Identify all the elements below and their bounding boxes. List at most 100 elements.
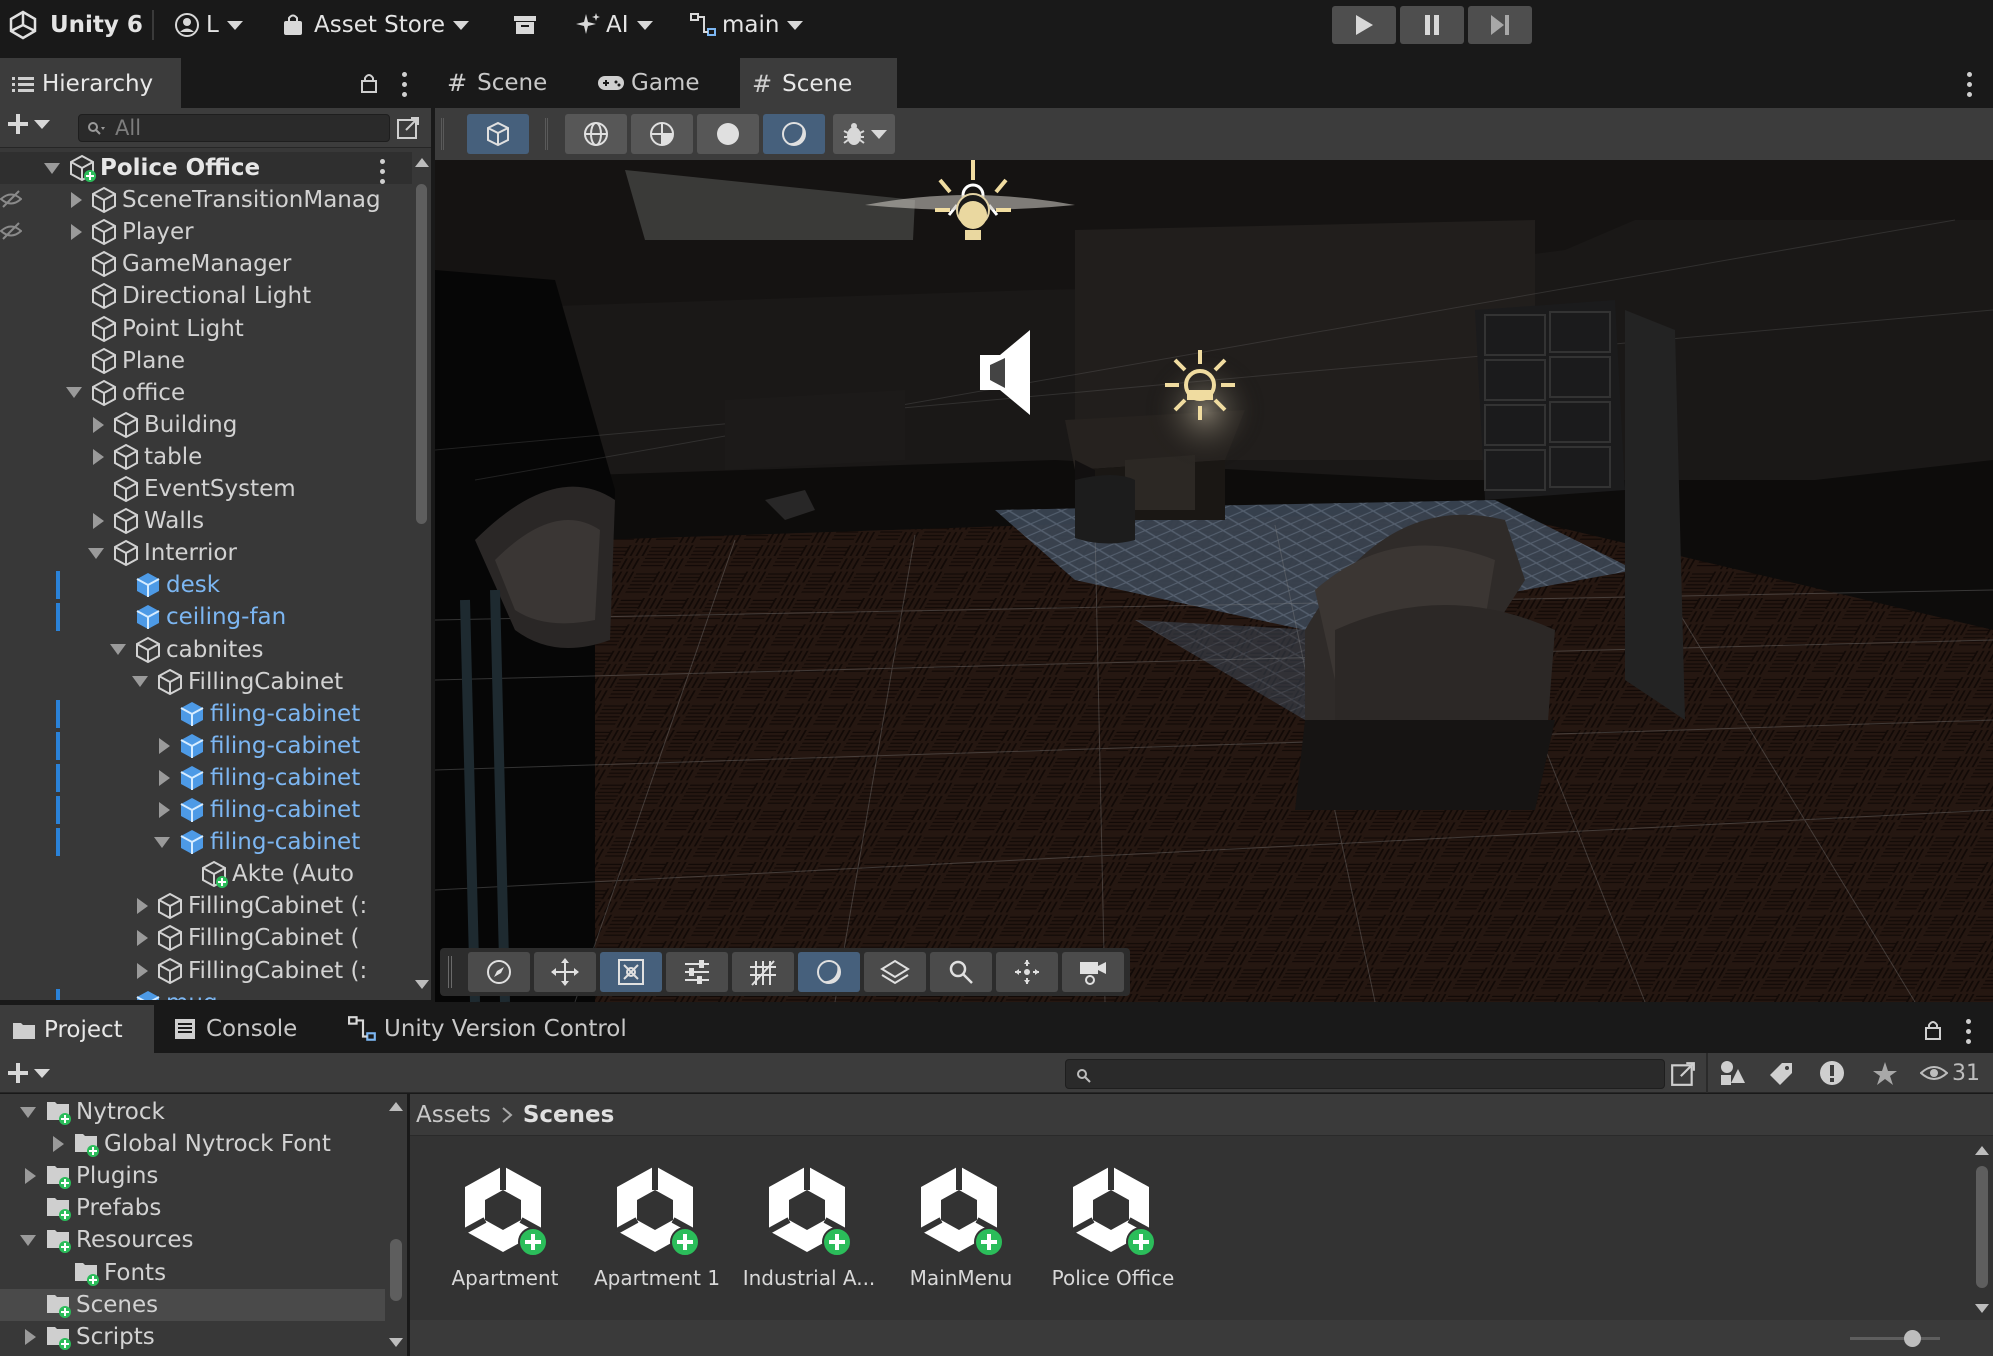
project-folder-row[interactable]: Prefabs bbox=[0, 1192, 385, 1224]
hierarchy-row[interactable]: filing-cabinet bbox=[0, 762, 412, 794]
hierarchy-row[interactable]: filing-cabinet bbox=[0, 730, 412, 762]
collapsed-arrow-icon[interactable] bbox=[25, 1168, 36, 1185]
wireframe-shading-button[interactable] bbox=[565, 114, 627, 154]
project-folder-row[interactable]: Fonts bbox=[0, 1257, 385, 1289]
open-window-icon[interactable] bbox=[396, 116, 420, 140]
project-folder-row[interactable]: Resources bbox=[0, 1224, 385, 1256]
scroll-down-icon[interactable] bbox=[389, 1338, 403, 1347]
hierarchy-row[interactable]: GameManager bbox=[0, 248, 412, 280]
transform-tool-button[interactable] bbox=[600, 952, 662, 992]
drag-handle[interactable] bbox=[448, 956, 452, 988]
hierarchy-row[interactable]: table bbox=[0, 441, 412, 473]
hierarchy-row[interactable]: Building bbox=[0, 409, 412, 441]
tab-scene-active[interactable]: # Scene bbox=[740, 58, 897, 108]
scene-asset-tile[interactable]: Police Office bbox=[1038, 1160, 1188, 1290]
hierarchy-row[interactable]: filing-cabinet bbox=[0, 826, 412, 858]
project-folder-row[interactable]: Scenes bbox=[0, 1288, 385, 1321]
hierarchy-row[interactable]: filing-cabinet bbox=[0, 794, 412, 826]
hierarchy-row[interactable]: Player bbox=[0, 216, 412, 248]
hierarchy-row[interactable]: mug bbox=[0, 987, 412, 1000]
project-folder-row[interactable]: Scripts bbox=[0, 1321, 385, 1353]
create-dropdown[interactable] bbox=[6, 112, 50, 136]
expanded-arrow-icon[interactable] bbox=[88, 547, 104, 559]
pause-button[interactable] bbox=[1400, 6, 1464, 44]
project-tree-scrollbar[interactable] bbox=[385, 1094, 407, 1356]
create-asset-dropdown[interactable] bbox=[6, 1061, 50, 1085]
play-button[interactable] bbox=[1332, 6, 1396, 44]
shaded-wireframe-button[interactable] bbox=[631, 114, 693, 154]
filter-by-type-icon[interactable] bbox=[1718, 1059, 1746, 1087]
account-dropdown[interactable]: L bbox=[174, 0, 243, 50]
collapsed-arrow-icon[interactable] bbox=[159, 802, 170, 818]
hierarchy-row[interactable]: filing-cabinet bbox=[0, 698, 412, 730]
step-button[interactable] bbox=[1468, 6, 1532, 44]
hierarchy-menu-icon[interactable] bbox=[402, 72, 408, 97]
hierarchy-search-input[interactable]: All bbox=[78, 114, 390, 142]
camera-button[interactable] bbox=[1062, 952, 1124, 992]
project-menu-icon[interactable] bbox=[1966, 1019, 1972, 1044]
lock-icon[interactable] bbox=[1924, 1019, 1942, 1041]
project-search-input[interactable] bbox=[1065, 1059, 1665, 1089]
hierarchy-scrollbar[interactable] bbox=[412, 148, 431, 1000]
tab-project[interactable]: Project bbox=[0, 1005, 154, 1053]
visible-count[interactable]: 31 bbox=[1920, 1053, 1980, 1093]
lighting-toggle-button[interactable] bbox=[798, 952, 860, 992]
breadcrumb-scenes[interactable]: Scenes bbox=[523, 1102, 614, 1128]
project-folder-row[interactable]: Nytrock bbox=[0, 1096, 385, 1128]
search-scene-button[interactable] bbox=[930, 952, 992, 992]
tab-hierarchy[interactable]: Hierarchy bbox=[0, 58, 181, 108]
hierarchy-row[interactable]: desk bbox=[0, 569, 412, 601]
hierarchy-row[interactable]: Point Light bbox=[0, 313, 412, 345]
icon-size-slider-track[interactable] bbox=[1850, 1337, 1940, 1340]
hierarchy-row[interactable]: Interrior bbox=[0, 537, 412, 569]
scene-asset-tile[interactable]: Industrial A... bbox=[734, 1160, 884, 1290]
scroll-up-icon[interactable] bbox=[389, 1102, 403, 1111]
hierarchy-row[interactable]: FillingCabinet (: bbox=[0, 890, 412, 922]
pivot-button[interactable] bbox=[996, 952, 1058, 992]
icon-size-slider-handle[interactable] bbox=[1904, 1330, 1921, 1347]
package-manager-button[interactable] bbox=[512, 0, 538, 50]
scroll-down-icon[interactable] bbox=[1975, 1304, 1989, 1313]
collapsed-arrow-icon[interactable] bbox=[25, 1328, 36, 1345]
expanded-arrow-icon[interactable] bbox=[20, 1234, 36, 1246]
label-tag-icon[interactable] bbox=[1768, 1061, 1794, 1087]
hierarchy-row[interactable]: Akte (Auto bbox=[0, 858, 412, 890]
project-tree-scroll-thumb[interactable] bbox=[390, 1239, 402, 1301]
scene-viewport[interactable] bbox=[435, 160, 1993, 1002]
asset-store-dropdown[interactable]: Asset Store bbox=[282, 0, 469, 50]
star-icon[interactable] bbox=[1872, 1061, 1898, 1087]
hierarchy-row[interactable]: Plane bbox=[0, 345, 412, 377]
hierarchy-row[interactable]: FillingCabinet ( bbox=[0, 922, 412, 954]
collapsed-arrow-icon[interactable] bbox=[93, 416, 104, 433]
hierarchy-row[interactable]: FillingCabinet bbox=[0, 666, 412, 698]
asset-grid-scrollbar[interactable] bbox=[1972, 1146, 1993, 1316]
scene-menu-icon[interactable] bbox=[1967, 72, 1973, 97]
lit-mode-button[interactable] bbox=[763, 114, 825, 154]
expanded-arrow-icon[interactable] bbox=[110, 644, 126, 655]
collapsed-arrow-icon[interactable] bbox=[137, 930, 148, 947]
expanded-arrow-icon[interactable] bbox=[20, 1106, 36, 1118]
grid-snapping-button[interactable] bbox=[732, 952, 794, 992]
settings-sliders-button[interactable] bbox=[666, 952, 728, 992]
scene-asset-tile[interactable]: Apartment bbox=[430, 1160, 580, 1290]
debug-draw-dropdown[interactable] bbox=[833, 114, 895, 154]
expanded-arrow-icon[interactable] bbox=[66, 387, 82, 399]
branch-dropdown[interactable]: main bbox=[690, 0, 804, 50]
hierarchy-row[interactable]: cabnites bbox=[0, 634, 412, 666]
collapsed-arrow-icon[interactable] bbox=[159, 737, 170, 754]
hierarchy-row[interactable]: EventSystem bbox=[0, 473, 412, 505]
drag-handle[interactable] bbox=[441, 118, 444, 150]
lock-icon[interactable] bbox=[360, 72, 378, 94]
hierarchy-row[interactable]: office bbox=[0, 377, 412, 409]
ai-dropdown[interactable]: AI bbox=[576, 0, 653, 50]
collapsed-arrow-icon[interactable] bbox=[71, 224, 82, 241]
tab-scene[interactable]: # Scene bbox=[435, 58, 585, 108]
hierarchy-scene-root[interactable]: Police Office bbox=[0, 152, 412, 184]
collapsed-arrow-icon[interactable] bbox=[53, 1136, 64, 1153]
collapsed-arrow-icon[interactable] bbox=[159, 769, 170, 786]
tab-game[interactable]: Game bbox=[585, 58, 730, 108]
project-folder-row[interactable]: Global Nytrock Font bbox=[0, 1128, 385, 1160]
hierarchy-row[interactable]: SceneTransitionManag bbox=[0, 184, 412, 216]
collapsed-arrow-icon[interactable] bbox=[137, 962, 148, 979]
scroll-up-icon[interactable] bbox=[415, 158, 429, 167]
